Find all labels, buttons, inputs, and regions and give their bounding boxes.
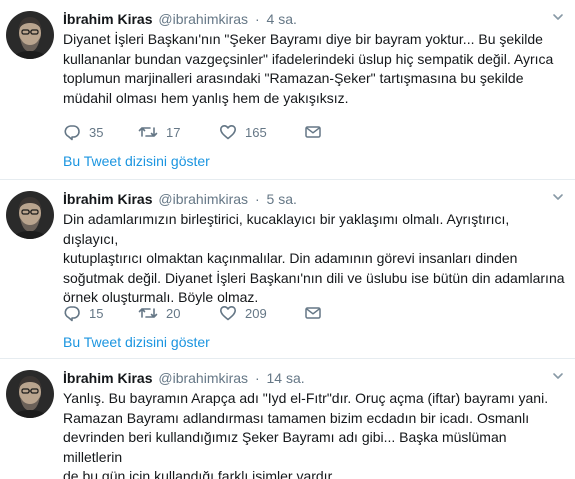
retweet-count: 17 <box>166 124 181 140</box>
retweet-button[interactable]: 17 <box>138 122 180 142</box>
chevron-down-icon[interactable] <box>551 369 565 383</box>
tweet-text: Din adamlarımızın birleştirici, kucaklay… <box>63 211 565 306</box>
reply-button[interactable]: 15 <box>63 303 103 323</box>
author-name[interactable]: İbrahim Kiras <box>63 191 152 207</box>
chevron-down-icon[interactable] <box>551 190 565 204</box>
reply-count: 35 <box>89 124 104 140</box>
reply-icon <box>63 123 81 141</box>
retweet-icon <box>138 304 158 322</box>
tweet-timeline: İbrahim Kiras @ibrahimkiras · 4 sa. Diya… <box>0 0 575 479</box>
reply-icon <box>63 304 81 322</box>
author-name[interactable]: İbrahim Kiras <box>63 370 152 386</box>
avatar[interactable] <box>6 370 54 418</box>
tweet-timestamp[interactable]: 14 sa. <box>267 370 305 386</box>
tweet-actions: 35 17 165 <box>63 122 363 142</box>
envelope-icon <box>304 304 322 322</box>
heart-icon <box>219 123 237 141</box>
header-separator: · <box>254 191 260 207</box>
author-name[interactable]: İbrahim Kiras <box>63 11 152 27</box>
tweet[interactable]: İbrahim Kiras @ibrahimkiras · 14 sa. Yan… <box>0 359 575 479</box>
header-separator: · <box>254 11 260 27</box>
author-handle[interactable]: @ibrahimkiras <box>158 11 248 27</box>
show-thread-link[interactable]: Bu Tweet dizisini göster <box>63 334 210 350</box>
direct-message-button[interactable] <box>304 303 322 323</box>
like-button[interactable]: 209 <box>219 303 267 323</box>
header-separator: · <box>254 370 260 386</box>
reply-button[interactable]: 35 <box>63 122 103 142</box>
tweet-text: Yanlış. Bu bayramın Arapça adı "Iyd el-F… <box>63 390 549 479</box>
tweet-header: İbrahim Kiras @ibrahimkiras · 5 sa. <box>63 190 567 208</box>
tweet[interactable]: İbrahim Kiras @ibrahimkiras · 4 sa. Diya… <box>0 0 575 180</box>
direct-message-button[interactable] <box>304 122 322 142</box>
tweet-timestamp[interactable]: 5 sa. <box>267 191 297 207</box>
author-handle[interactable]: @ibrahimkiras <box>158 370 248 386</box>
tweet-actions: 15 20 209 <box>63 303 363 323</box>
like-count: 209 <box>245 305 267 321</box>
avatar[interactable] <box>6 11 54 59</box>
author-handle[interactable]: @ibrahimkiras <box>158 191 248 207</box>
like-count: 165 <box>245 124 267 140</box>
retweet-count: 20 <box>166 305 181 321</box>
tweet[interactable]: İbrahim Kiras @ibrahimkiras · 5 sa. Din … <box>0 180 575 359</box>
envelope-icon <box>304 123 322 141</box>
reply-count: 15 <box>89 305 104 321</box>
tweet-header: İbrahim Kiras @ibrahimkiras · 4 sa. <box>63 10 567 28</box>
tweet-timestamp[interactable]: 4 sa. <box>267 11 297 27</box>
chevron-down-icon[interactable] <box>551 10 565 24</box>
heart-icon <box>219 304 237 322</box>
tweet-text: Diyanet İşleri Başkanı'nın "Şeker Bayram… <box>63 31 554 106</box>
tweet-header: İbrahim Kiras @ibrahimkiras · 14 sa. <box>63 369 567 387</box>
retweet-button[interactable]: 20 <box>138 303 180 323</box>
retweet-icon <box>138 123 158 141</box>
like-button[interactable]: 165 <box>219 122 267 142</box>
avatar[interactable] <box>6 191 54 239</box>
show-thread-link[interactable]: Bu Tweet dizisini göster <box>63 153 210 169</box>
